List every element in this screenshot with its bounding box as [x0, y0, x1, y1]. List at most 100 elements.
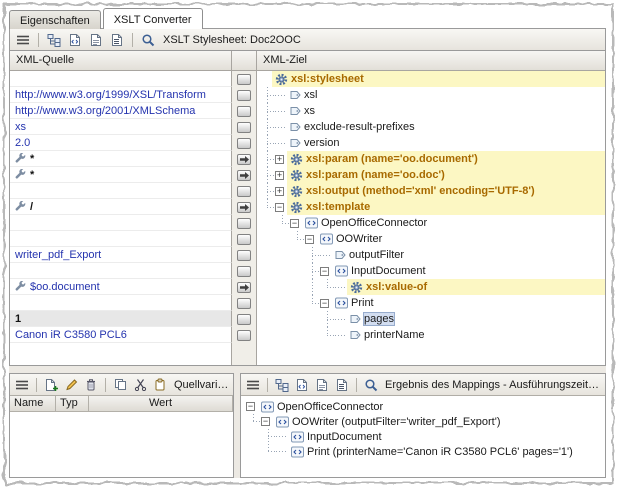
target-node: + xsl:param (name='oo.document') — [257, 151, 605, 167]
mapping-arrow-button[interactable] — [237, 202, 251, 213]
source-cell[interactable] — [10, 263, 232, 279]
tab-xslt-converter[interactable]: XSLT Converter — [103, 8, 203, 29]
mapping-arrow-button[interactable] — [237, 282, 251, 293]
tree-node-label[interactable]: Print (printerName='Canon iR C3580 PCL6'… — [307, 446, 573, 458]
tree-node-label[interactable]: Print — [351, 297, 374, 309]
tree-guide — [275, 263, 290, 279]
tree-view-icon[interactable] — [273, 376, 291, 393]
variables-table-body[interactable] — [10, 412, 233, 477]
source-cell[interactable] — [10, 71, 232, 87]
edit-variable-icon[interactable] — [62, 376, 80, 393]
expander-plus-icon[interactable]: + — [275, 155, 284, 164]
new-variable-icon[interactable] — [42, 376, 60, 393]
text-view-icon[interactable] — [333, 376, 351, 393]
mapping-connector-button[interactable] — [237, 138, 251, 149]
column-header-name[interactable]: Name — [10, 396, 56, 411]
source-cell[interactable]: 1 — [10, 311, 232, 327]
mapping-connector-button[interactable] — [237, 330, 251, 341]
expander-minus-icon[interactable]: − — [261, 417, 270, 426]
source-cell[interactable]: http://www.w3.org/2001/XMLSchema — [10, 103, 232, 119]
source-cell[interactable]: Canon iR C3580 PCL6 — [10, 327, 232, 343]
target-filler — [257, 343, 605, 365]
horizontal-splitter[interactable] — [9, 366, 606, 373]
mapping-connector-button[interactable] — [237, 186, 251, 197]
mapping-connector-button[interactable] — [237, 106, 251, 117]
mapping-connector-button[interactable] — [237, 250, 251, 261]
mapping-arrow-button[interactable] — [237, 170, 251, 181]
hex-view-icon[interactable] — [313, 376, 331, 393]
mapping-connector-button[interactable] — [237, 218, 251, 229]
column-header-typ[interactable]: Typ — [56, 396, 89, 411]
mapping-connector-button[interactable] — [237, 314, 251, 325]
tree-node: xsl:param (name='oo.document') — [287, 151, 605, 167]
tree-indent: + — [275, 151, 287, 167]
source-cell[interactable]: writer_pdf_Export — [10, 247, 232, 263]
tab-eigenschaften[interactable]: Eigenschaften — [9, 10, 101, 29]
copy-icon[interactable] — [111, 376, 129, 393]
tree-node-label[interactable]: xsl:value-of — [366, 281, 427, 293]
source-cell[interactable]: / — [10, 199, 232, 215]
delete-variable-icon[interactable] — [82, 376, 100, 393]
tree-indent: − — [261, 414, 273, 429]
tree-node-label[interactable]: xsl:param (name='oo.document') — [306, 153, 478, 165]
tree-node-label[interactable]: OpenOfficeConnector — [321, 217, 427, 229]
cut-icon[interactable] — [131, 376, 149, 393]
source-cell[interactable] — [10, 183, 232, 199]
element-icon — [320, 233, 333, 245]
tree-node-label[interactable]: xsl:param (name='oo.doc') — [306, 169, 445, 181]
source-cell[interactable] — [10, 215, 232, 231]
tree-node-label[interactable]: pages — [364, 313, 394, 325]
source-cell[interactable] — [10, 231, 232, 247]
expander-minus-icon[interactable]: − — [246, 402, 255, 411]
source-cell[interactable]: http://www.w3.org/1999/XSL/Transform — [10, 87, 232, 103]
mapping-arrow-button[interactable] — [237, 154, 251, 165]
tree-node-label[interactable]: xsl:template — [306, 201, 370, 213]
source-cell[interactable]: $oo.document — [10, 279, 232, 295]
column-header-wert[interactable]: Wert — [89, 396, 233, 411]
tree-guide — [305, 279, 320, 295]
mapping-connector-button[interactable] — [237, 234, 251, 245]
tree-node-label[interactable]: xsl — [304, 89, 317, 101]
mapping-connector-button[interactable] — [237, 74, 251, 85]
expander-minus-icon[interactable]: − — [275, 203, 284, 212]
source-cell[interactable]: xs — [10, 119, 232, 135]
source-cell[interactable]: * — [10, 151, 232, 167]
mapping-connector-button[interactable] — [237, 122, 251, 133]
tree-node-label[interactable]: outputFilter — [349, 249, 404, 261]
menu-icon[interactable] — [244, 376, 262, 393]
tree-node-label[interactable]: xs — [304, 105, 315, 117]
menu-icon[interactable] — [13, 376, 31, 393]
tree-node-label[interactable]: OOWriter — [336, 233, 382, 245]
expander-minus-icon[interactable]: − — [320, 299, 329, 308]
xml-view-icon[interactable] — [66, 31, 84, 48]
mapping-connector-button[interactable] — [237, 90, 251, 101]
tree-node-label[interactable]: printerName — [364, 329, 425, 341]
source-cell-filler — [10, 343, 232, 365]
mapping-connector-button[interactable] — [237, 298, 251, 309]
tree-node-label[interactable]: exclude-result-prefixes — [304, 121, 415, 133]
result-tree-row: − OpenOfficeConnector — [243, 399, 603, 414]
source-cell[interactable] — [10, 295, 232, 311]
hex-view-icon[interactable] — [87, 31, 105, 48]
xml-view-icon[interactable] — [293, 376, 311, 393]
tree-node-label[interactable]: version — [304, 137, 339, 149]
menu-icon[interactable] — [14, 31, 32, 48]
tree-node-label[interactable]: InputDocument — [351, 265, 426, 277]
tree-node-label[interactable]: xsl:output (method='xml' encoding='UTF-8… — [306, 185, 535, 197]
tree-view-icon[interactable] — [45, 31, 63, 48]
expander-minus-icon[interactable]: − — [320, 267, 329, 276]
expander-minus-icon[interactable]: − — [305, 235, 314, 244]
tree-node-label[interactable]: xsl:stylesheet — [291, 73, 364, 85]
tree-node-label[interactable]: OpenOfficeConnector — [277, 401, 383, 413]
source-cell[interactable]: 2.0 — [10, 135, 232, 151]
mapping-connector-button[interactable] — [237, 266, 251, 277]
text-view-icon[interactable] — [108, 31, 126, 48]
source-cell[interactable]: * — [10, 167, 232, 183]
expander-plus-icon[interactable]: + — [275, 171, 284, 180]
tree-node-label[interactable]: InputDocument — [307, 431, 382, 443]
tree-node-label[interactable]: OOWriter (outputFilter='writer_pdf_Expor… — [292, 416, 500, 428]
expander-minus-icon[interactable]: − — [290, 219, 299, 228]
paste-icon[interactable] — [151, 376, 169, 393]
tree-indent: − — [290, 215, 302, 231]
expander-plus-icon[interactable]: + — [275, 187, 284, 196]
